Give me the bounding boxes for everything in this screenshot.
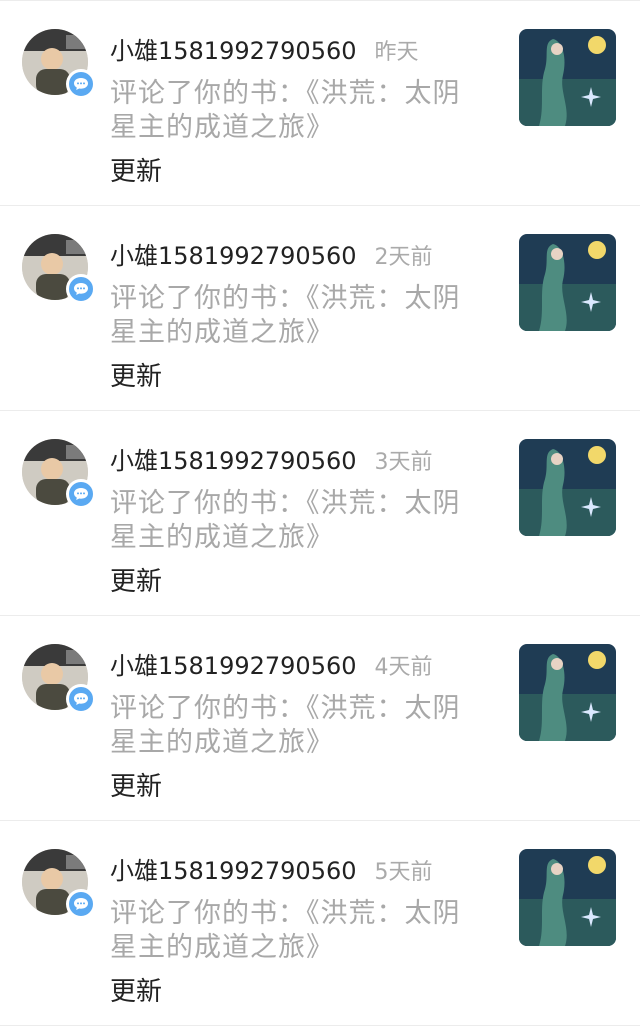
comment-bubble-icon xyxy=(66,274,96,304)
update-label: 更新 xyxy=(110,362,163,392)
name-row: 小雄1581992790560 昨天 xyxy=(110,31,419,67)
name-row: 小雄1581992790560 4天前 xyxy=(110,646,433,682)
user-avatar[interactable] xyxy=(22,849,96,919)
book-cover[interactable] xyxy=(519,234,616,331)
notification-list: 小雄1581992790560 昨天 评论了你的书：《洪荒：太阴星主的成道之旅》… xyxy=(0,0,640,1030)
update-label: 更新 xyxy=(110,772,163,802)
timestamp: 昨天 xyxy=(374,40,419,65)
comment-bubble-icon xyxy=(66,479,96,509)
timestamp: 5天前 xyxy=(374,860,433,885)
notification-item[interactable]: 小雄1581992790560 4天前 评论了你的书：《洪荒：太阴星主的成道之旅… xyxy=(0,616,640,821)
comment-text[interactable]: 评论了你的书：《洪荒：太阴星主的成道之旅》 xyxy=(110,77,480,145)
username[interactable]: 小雄1581992790560 xyxy=(110,31,357,66)
notification-item[interactable]: 小雄1581992790560 2天前 评论了你的书：《洪荒：太阴星主的成道之旅… xyxy=(0,206,640,411)
username[interactable]: 小雄1581992790560 xyxy=(110,851,357,886)
user-avatar[interactable] xyxy=(22,234,96,304)
timestamp: 4天前 xyxy=(374,655,433,680)
update-label: 更新 xyxy=(110,157,163,187)
username[interactable]: 小雄1581992790560 xyxy=(110,441,357,476)
book-cover[interactable] xyxy=(519,849,616,946)
notification-item[interactable]: 小雄1581992790560 3天前 评论了你的书：《洪荒：太阴星主的成道之旅… xyxy=(0,411,640,616)
timestamp: 3天前 xyxy=(374,450,433,475)
comment-text[interactable]: 评论了你的书：《洪荒：太阴星主的成道之旅》 xyxy=(110,282,480,350)
username[interactable]: 小雄1581992790560 xyxy=(110,236,357,271)
comment-bubble-icon xyxy=(66,889,96,919)
username[interactable]: 小雄1581992790560 xyxy=(110,646,357,681)
name-row: 小雄1581992790560 2天前 xyxy=(110,236,433,272)
user-avatar[interactable] xyxy=(22,644,96,714)
book-cover[interactable] xyxy=(519,439,616,536)
comment-bubble-icon xyxy=(66,69,96,99)
user-avatar[interactable] xyxy=(22,29,96,99)
comment-text[interactable]: 评论了你的书：《洪荒：太阴星主的成道之旅》 xyxy=(110,692,480,760)
user-avatar[interactable] xyxy=(22,439,96,509)
comment-bubble-icon xyxy=(66,684,96,714)
timestamp: 2天前 xyxy=(374,245,433,270)
update-label: 更新 xyxy=(110,567,163,597)
notification-item[interactable]: 小雄1581992790560 5天前 评论了你的书：《洪荒：太阴星主的成道之旅… xyxy=(0,821,640,1026)
name-row: 小雄1581992790560 3天前 xyxy=(110,441,433,477)
book-cover[interactable] xyxy=(519,644,616,741)
comment-text[interactable]: 评论了你的书：《洪荒：太阴星主的成道之旅》 xyxy=(110,487,480,555)
comment-text[interactable]: 评论了你的书：《洪荒：太阴星主的成道之旅》 xyxy=(110,897,480,965)
notification-item[interactable]: 小雄1581992790560 昨天 评论了你的书：《洪荒：太阴星主的成道之旅》… xyxy=(0,1,640,206)
book-cover[interactable] xyxy=(519,29,616,126)
update-label: 更新 xyxy=(110,977,163,1007)
name-row: 小雄1581992790560 5天前 xyxy=(110,851,433,887)
